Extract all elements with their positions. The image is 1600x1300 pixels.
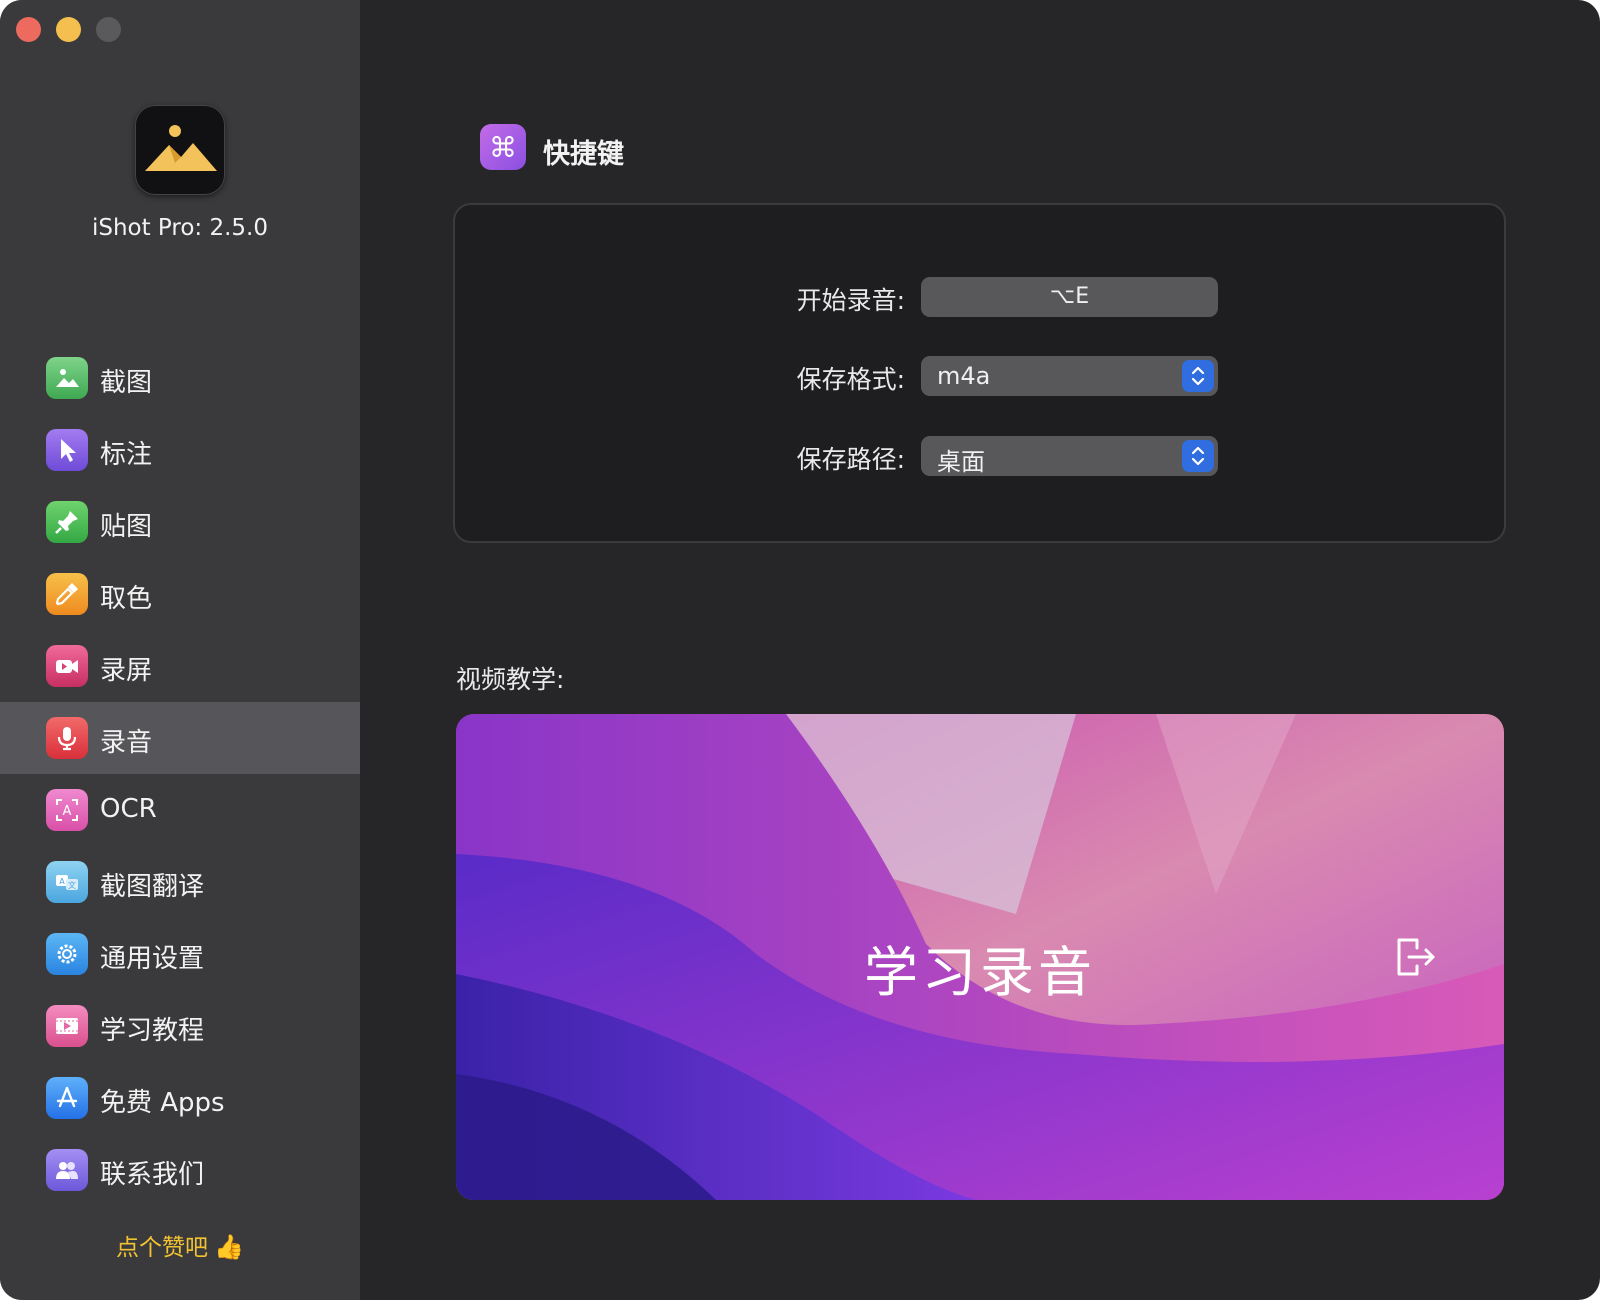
sidebar-item-contact-us[interactable]: 联系我们	[0, 1134, 360, 1206]
sidebar-item-label: 录音	[100, 728, 153, 758]
sidebar-item-audio-record[interactable]: 录音	[0, 702, 360, 774]
open-external-icon[interactable]	[1391, 932, 1439, 980]
sidebar-item-annotate[interactable]: 标注	[0, 414, 360, 486]
sidebar-item-free-apps[interactable]: 免费 Apps	[0, 1062, 360, 1134]
video-tutorial-title: 学习录音	[864, 941, 1096, 1004]
sidebar-item-color-picker[interactable]: 取色	[0, 558, 360, 630]
video-tutorial-card[interactable]: 学习录音	[456, 714, 1504, 1200]
sidebar-item-translate[interactable]: A文 截图翻译	[0, 846, 360, 918]
sidebar-item-label: 录屏	[100, 656, 153, 686]
like-text: 点个赞吧	[116, 1235, 209, 1261]
video-tutorial-label: 视频教学:	[456, 665, 565, 694]
svg-text:文: 文	[68, 880, 76, 890]
film-icon	[46, 1005, 88, 1047]
thumbs-up-icon: 👍	[214, 1233, 244, 1261]
command-icon: ⌘	[480, 124, 526, 170]
sidebar-item-ocr[interactable]: A OCR	[0, 774, 360, 846]
save-format-value: m4a	[937, 362, 991, 390]
translate-icon: A文	[46, 861, 88, 903]
chevron-up-down-icon	[1182, 360, 1214, 392]
main-content: ⌘ 快捷键 开始录音: ⌥E 保存格式: m4a 保存路径: 桌面 视频教学:	[360, 0, 1600, 1300]
section-title: 快捷键	[543, 139, 624, 170]
sidebar-item-general-settings[interactable]: 通用设置	[0, 918, 360, 990]
minimize-window-button[interactable]	[56, 17, 81, 42]
save-path-value: 桌面	[937, 448, 985, 476]
svg-text:A: A	[63, 804, 72, 819]
save-format-select[interactable]: m4a	[921, 356, 1218, 396]
app-store-icon	[46, 1077, 88, 1119]
chevron-up-down-icon	[1182, 440, 1214, 472]
app-version-title: iShot Pro: 2.5.0	[91, 215, 269, 241]
pin-icon	[46, 501, 88, 543]
sidebar-item-label: 学习教程	[100, 1016, 205, 1046]
save-path-select[interactable]: 桌面	[921, 436, 1218, 476]
svg-text:A: A	[59, 877, 65, 886]
contacts-icon	[46, 1149, 88, 1191]
sidebar-item-screen-record[interactable]: 录屏	[0, 630, 360, 702]
image-icon	[46, 357, 88, 399]
save-format-label: 保存格式:	[796, 365, 905, 394]
sidebar-item-label: 通用设置	[100, 944, 205, 974]
microphone-icon	[46, 717, 88, 759]
sidebar-item-label: 截图翻译	[100, 872, 205, 902]
start-record-label: 开始录音:	[796, 286, 905, 315]
sidebar-item-pin[interactable]: 贴图	[0, 486, 360, 558]
sidebar-item-screenshot[interactable]: 截图	[0, 342, 360, 414]
sidebar-item-label: 联系我们	[100, 1160, 205, 1190]
like-link[interactable]: 点个赞吧 👍	[0, 1228, 360, 1262]
ocr-text-icon: A	[46, 789, 88, 831]
close-window-button[interactable]	[16, 17, 41, 42]
zoom-window-button[interactable]	[96, 17, 121, 42]
sidebar-item-label: 取色	[100, 584, 153, 614]
sidebar-item-label: 免费 Apps	[100, 1088, 225, 1118]
cursor-arrow-icon	[46, 429, 88, 471]
sidebar-item-label: 截图	[100, 368, 153, 398]
sidebar-item-tutorials[interactable]: 学习教程	[0, 990, 360, 1062]
sidebar-item-label: 贴图	[100, 512, 153, 542]
sidebar-item-label: OCR	[100, 794, 157, 824]
sidebar-nav: 截图 标注 贴图 取色 录屏 录音 A OCR A 文 截图翻译 通用设置 学习…	[0, 342, 360, 1206]
sidebar-item-label: 标注	[100, 440, 153, 470]
video-camera-icon	[46, 645, 88, 687]
app-window: iShot Pro: 2.5.0 截图 标注 贴图 取色 录屏 录音 A OCR…	[0, 0, 1600, 1300]
app-logo-icon	[135, 105, 225, 195]
gear-icon	[46, 933, 88, 975]
save-path-label: 保存路径:	[796, 445, 905, 474]
sidebar: iShot Pro: 2.5.0 截图 标注 贴图 取色 录屏 录音 A OCR…	[0, 0, 360, 1300]
shortcut-settings-panel: 开始录音: ⌥E 保存格式: m4a 保存路径: 桌面	[453, 203, 1506, 543]
start-record-shortcut-field[interactable]: ⌥E	[921, 277, 1218, 317]
eyedropper-icon	[46, 573, 88, 615]
